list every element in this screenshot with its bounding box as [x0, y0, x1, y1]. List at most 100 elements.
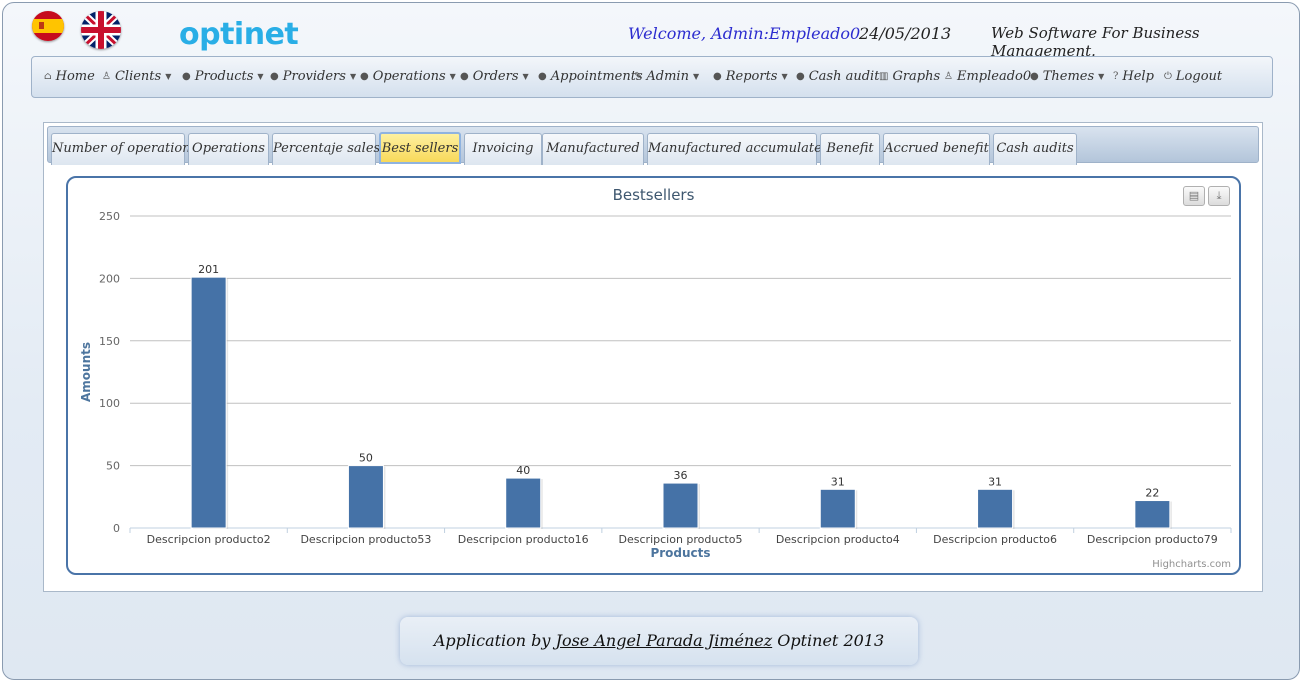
- bestsellers-chart: Bestsellers ▤ ⤓ 0 50 100 150 200 250 201 Descri…: [66, 176, 1241, 575]
- menu-item-help[interactable]: ? Help: [1113, 69, 1154, 84]
- y-tick-label: 150: [99, 335, 120, 348]
- menu-item-label: Reports: [725, 69, 778, 84]
- menu-item-label: Clients: [114, 69, 162, 84]
- tab-percentaje-sales[interactable]: Percentaje sales: [272, 133, 380, 165]
- tagline: Web Software For Business Management.: [991, 24, 1200, 60]
- y-tick-label: 0: [113, 522, 120, 535]
- graph-tabs: Number of operations Operations Percentaje…: [47, 126, 1259, 165]
- wrench-icon: ✎: [634, 71, 643, 82]
- menu-item-orders[interactable]: ● Orders ▼: [460, 69, 529, 84]
- menu-item-label: Logout: [1175, 69, 1223, 84]
- menu-item-label: Empleado0: [956, 69, 1032, 84]
- bar: [977, 488, 1014, 529]
- tab-accrued-benefit[interactable]: Accrued benefit: [883, 133, 990, 165]
- user-icon: ♙: [944, 71, 953, 82]
- menu-item-label: Providers: [282, 69, 346, 84]
- graphs-panel: Number of operations Operations Percentaje…: [43, 122, 1263, 592]
- bar: [819, 488, 856, 529]
- bullet-icon: ●: [360, 71, 369, 82]
- optinet-logo: optinet: [179, 17, 299, 52]
- app-window: optinet Welcome, Admin:Empleado0 24/05/2…: [2, 2, 1300, 680]
- footer-suffix: Optinet 2013: [777, 631, 885, 650]
- tab-manufactured-accumulated[interactable]: Manufactured accumulated: [647, 133, 830, 165]
- bullet-icon: ●: [796, 71, 805, 82]
- chevron-down-icon: ▼: [449, 72, 456, 81]
- author-link[interactable]: Jose Angel Parada Jiménez: [556, 631, 773, 650]
- y-tick-label: 200: [99, 272, 120, 285]
- tab-number-of-operations[interactable]: Number of operations: [51, 133, 197, 165]
- data-label: 201: [198, 263, 219, 276]
- welcome-text: Welcome, Admin:Empleado0: [628, 24, 861, 43]
- power-icon: ⏻: [1164, 71, 1172, 82]
- x-axis-title: Products: [650, 546, 710, 560]
- menu-item-appointments[interactable]: ● Appointments: [538, 69, 643, 84]
- menu-item-label: Themes: [1042, 69, 1095, 84]
- bullet-icon: ●: [538, 71, 547, 82]
- bullet-icon: ●: [270, 71, 279, 82]
- x-tick-label: Descripcion producto79: [1087, 533, 1218, 546]
- data-label: 31: [988, 475, 1002, 488]
- menu-item-empleado0[interactable]: ♙ Empleado0: [944, 69, 1031, 84]
- data-label: 31: [831, 475, 845, 488]
- menu-item-cash-audit[interactable]: ● Cash audit: [796, 69, 879, 84]
- menu-item-operations[interactable]: ● Operations ▼: [360, 69, 456, 84]
- tab-operations[interactable]: Operations: [188, 133, 269, 165]
- menu-item-reports[interactable]: ● Reports ▼: [713, 69, 788, 84]
- menu-item-label: Operations: [372, 69, 446, 84]
- menu-item-admin[interactable]: ✎ Admin ▼: [634, 69, 699, 84]
- main-menu: ⌂ Home ♙ Clients ▼ ● Products ▼ ● Providers ▼ ● Oper…: [31, 56, 1273, 98]
- chevron-down-icon: ▼: [257, 72, 264, 81]
- bar: [662, 482, 699, 529]
- tab-manufactured[interactable]: Manufactured: [542, 133, 644, 165]
- menu-item-home[interactable]: ⌂ Home: [44, 69, 95, 84]
- menu-item-label: Orders: [472, 69, 519, 84]
- x-tick-label: Descripcion producto6: [933, 533, 1057, 546]
- x-tick-label: Descripcion producto4: [776, 533, 900, 546]
- x-tick-label: Descripcion producto53: [300, 533, 431, 546]
- data-label: 40: [516, 464, 530, 477]
- y-tick-label: 100: [99, 397, 120, 410]
- menu-item-products[interactable]: ● Products ▼: [182, 69, 264, 84]
- y-tick-label: 50: [106, 460, 120, 473]
- menu-item-label: Graphs: [892, 69, 941, 84]
- menu-item-label: Help: [1122, 69, 1154, 84]
- menu-item-label: Admin: [646, 69, 689, 84]
- menu-item-label: Home: [55, 69, 95, 84]
- bar: [1134, 500, 1171, 529]
- menu-item-label: Cash audit: [808, 69, 880, 84]
- bullet-icon: ●: [713, 71, 722, 82]
- data-label: 36: [674, 469, 688, 482]
- bar: [347, 465, 384, 529]
- bullet-icon: ●: [1030, 71, 1039, 82]
- footer: Application by Jose Angel Parada Jiménez…: [400, 617, 918, 665]
- data-label: 50: [359, 452, 373, 465]
- menu-item-label: Appointments: [550, 69, 643, 84]
- tab-benefit[interactable]: Benefit: [820, 133, 880, 165]
- bullet-icon: ●: [460, 71, 469, 82]
- x-tick-label: Descripcion producto2: [147, 533, 271, 546]
- chart-icon: ▥: [879, 71, 889, 82]
- user-icon: ♙: [102, 71, 111, 82]
- bar: [505, 477, 542, 529]
- menu-item-clients[interactable]: ♙ Clients ▼: [102, 69, 171, 84]
- chevron-down-icon: ▼: [781, 72, 788, 81]
- menu-item-logout[interactable]: ⏻ Logout: [1164, 69, 1222, 84]
- tab-invoicing[interactable]: Invoicing: [464, 133, 542, 165]
- current-date: 24/05/2013: [859, 24, 952, 43]
- question-icon: ?: [1113, 71, 1119, 82]
- chevron-down-icon: ▼: [522, 72, 529, 81]
- menu-item-providers[interactable]: ● Providers ▼: [270, 69, 356, 84]
- chevron-down-icon: ▼: [349, 72, 357, 81]
- tab-best-sellers[interactable]: Best sellers: [379, 132, 461, 164]
- english-flag-icon[interactable]: [81, 11, 121, 49]
- highcharts-credits[interactable]: Highcharts.com: [1152, 559, 1231, 570]
- x-tick-label: Descripcion producto16: [458, 533, 589, 546]
- bullet-icon: ●: [182, 71, 191, 82]
- footer-prefix: Application by: [433, 631, 551, 650]
- menu-item-themes[interactable]: ● Themes ▼: [1030, 69, 1104, 84]
- tab-cash-audits[interactable]: Cash audits: [993, 133, 1077, 165]
- spanish-flag-icon[interactable]: [32, 11, 64, 41]
- home-icon: ⌂: [44, 71, 52, 82]
- chart-plot: 0 50 100 150 200 250 201 Descripcion producto2 5…: [79, 210, 1232, 560]
- menu-item-graphs[interactable]: ▥ Graphs: [879, 69, 940, 84]
